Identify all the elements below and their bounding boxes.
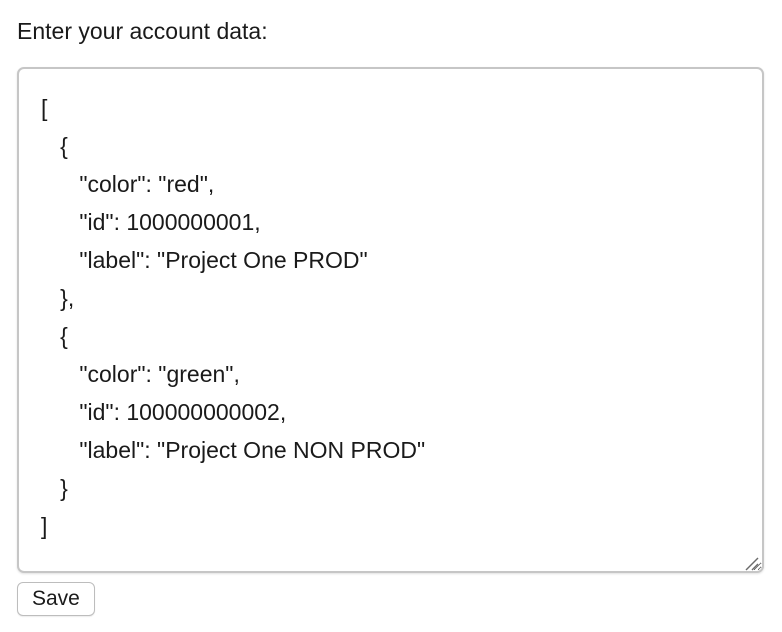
save-button[interactable]: Save [17, 582, 95, 616]
account-data-textarea[interactable]: [ { "color": "red", "id": 1000000001, "l… [17, 67, 764, 573]
account-data-label: Enter your account data: [17, 18, 268, 44]
